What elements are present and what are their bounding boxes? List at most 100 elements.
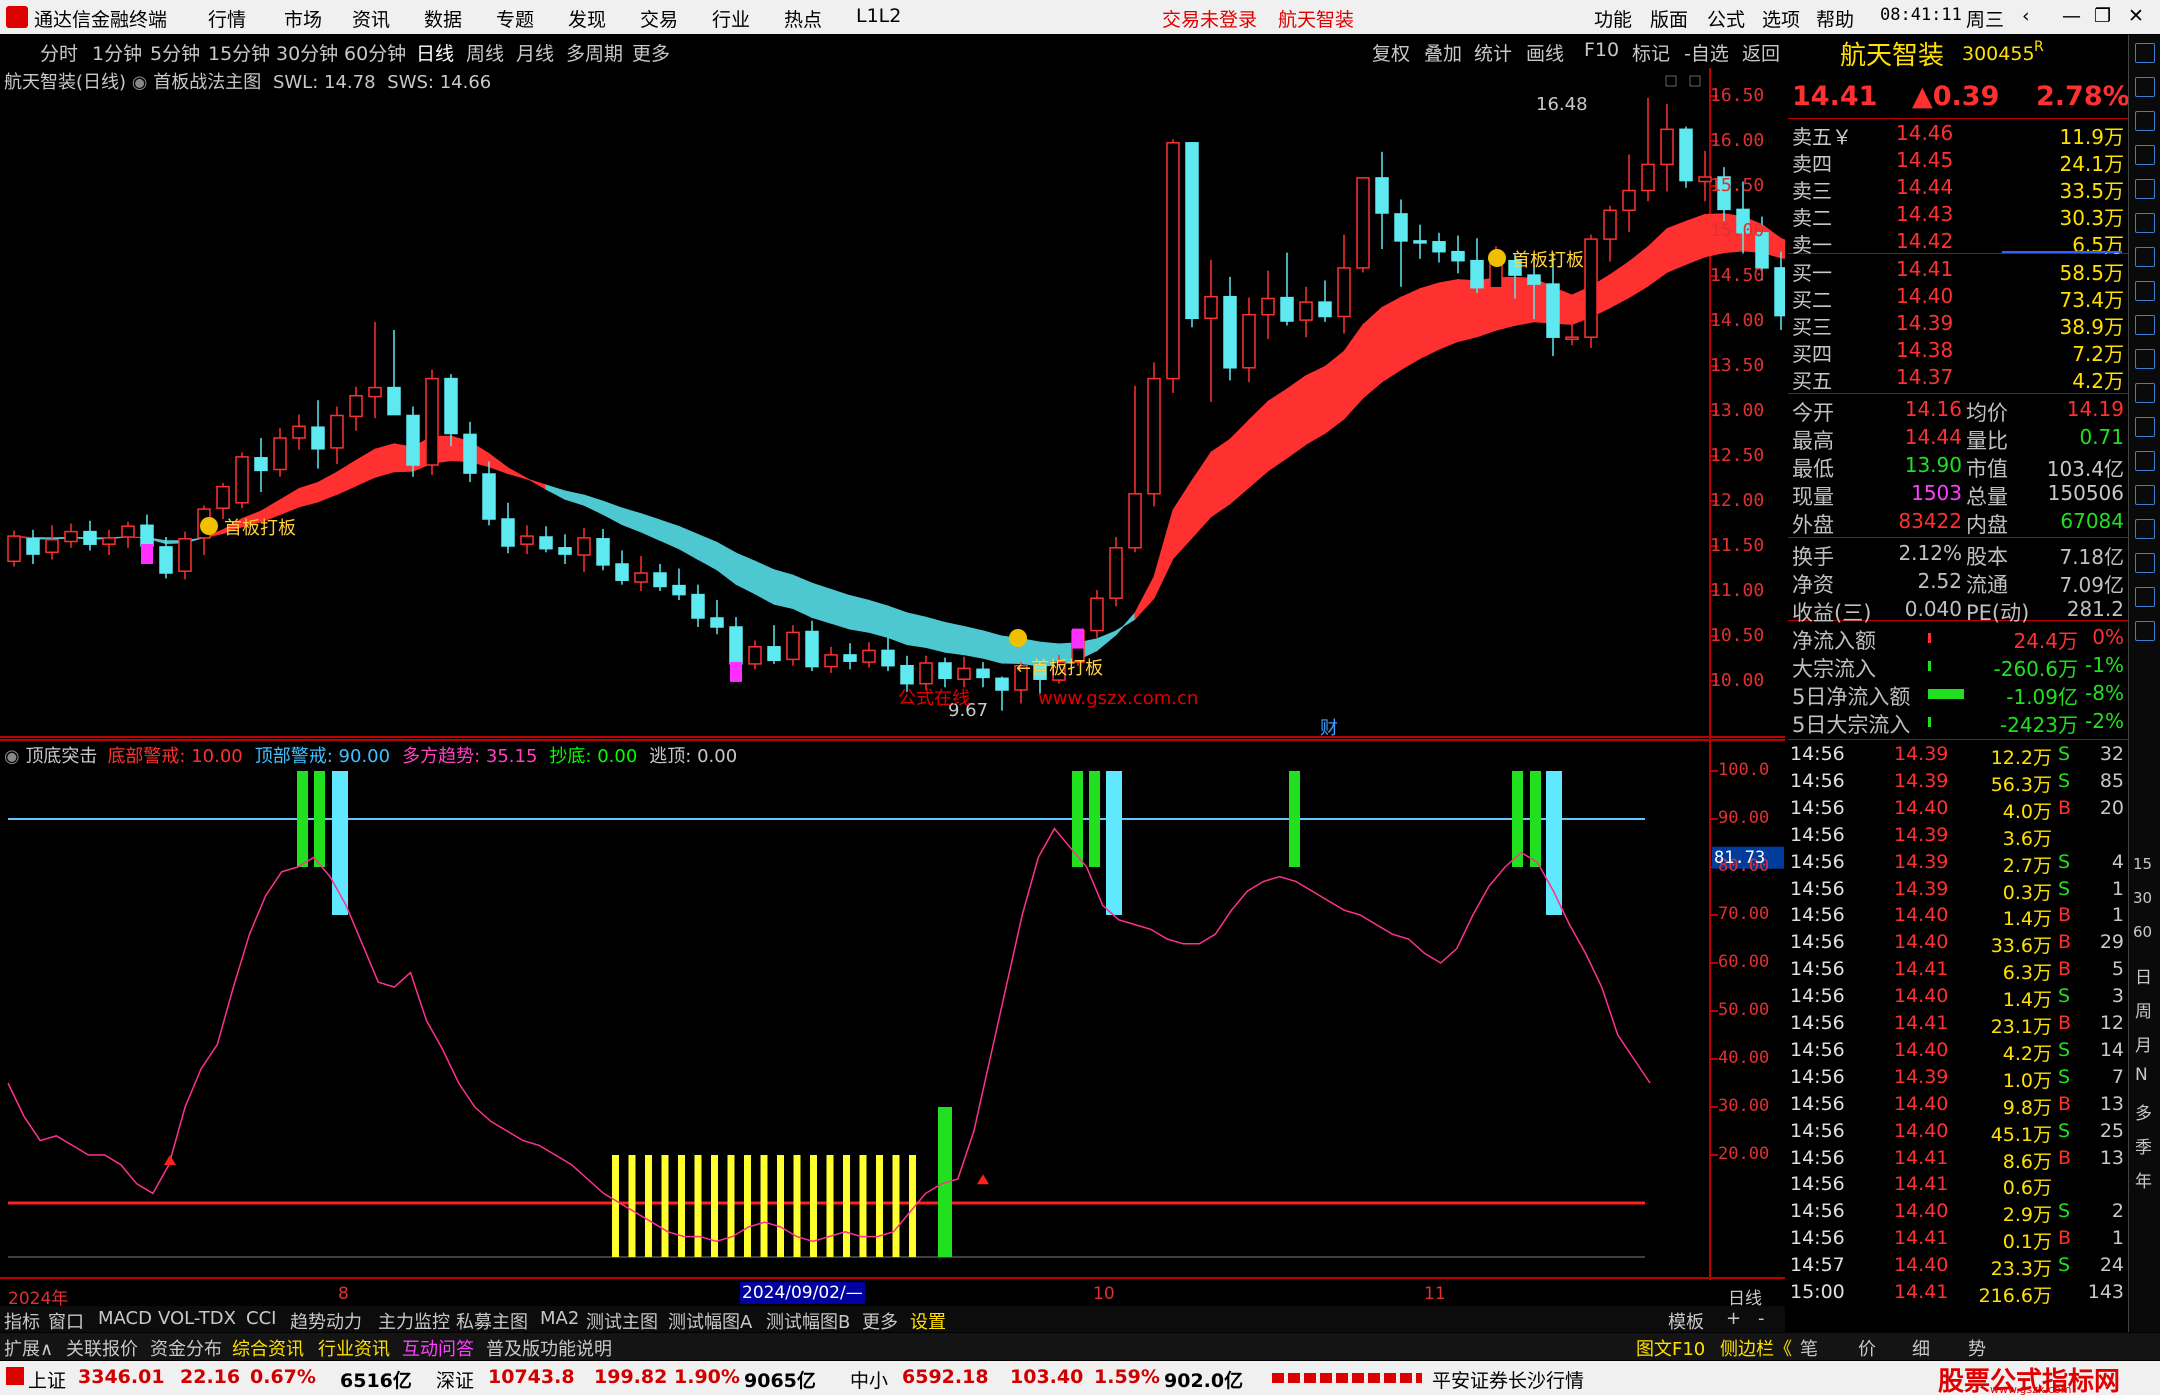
tab-3[interactable]: VOL-TDX bbox=[158, 1308, 236, 1329]
tab-11[interactable]: 测试幅图B bbox=[766, 1308, 850, 1334]
right-menu-1[interactable]: 版面 bbox=[1650, 5, 1688, 32]
menu-0[interactable]: 行情 bbox=[208, 5, 246, 32]
right-menu-2[interactable]: 公式 bbox=[1707, 5, 1745, 32]
tab-right-0[interactable]: 模板 bbox=[1668, 1308, 1704, 1334]
tab-7[interactable]: 私募主图 bbox=[456, 1308, 528, 1334]
menu-9[interactable]: L1L2 bbox=[856, 5, 901, 27]
minimize-icon[interactable]: — bbox=[2062, 5, 2081, 27]
side-tool-icon[interactable] bbox=[2135, 281, 2155, 301]
side-tool-icon[interactable] bbox=[2135, 349, 2155, 369]
bottom-tab-1[interactable]: 关联报价 bbox=[66, 1335, 138, 1361]
side-tool-icon[interactable] bbox=[2135, 553, 2155, 573]
index-name-0[interactable]: 上证 bbox=[28, 1366, 66, 1393]
side-tool-icon[interactable] bbox=[2135, 43, 2155, 63]
period-tab-9[interactable]: 多周期 bbox=[566, 39, 623, 66]
tab-2[interactable]: MACD bbox=[98, 1308, 152, 1329]
side-tool-icon[interactable] bbox=[2135, 383, 2155, 403]
tool-3[interactable]: 画线 bbox=[1526, 39, 1564, 66]
menu-2[interactable]: 资讯 bbox=[352, 5, 390, 32]
tab-6[interactable]: 主力监控 bbox=[378, 1308, 450, 1334]
tool-1[interactable]: 叠加 bbox=[1424, 39, 1462, 66]
close-icon[interactable]: ✕ bbox=[2128, 5, 2144, 27]
tab-4[interactable]: CCI bbox=[246, 1308, 276, 1329]
menu-5[interactable]: 发现 bbox=[568, 5, 606, 32]
bottom-right-4[interactable]: 细 bbox=[1912, 1335, 1930, 1361]
side-tool-icon[interactable] bbox=[2135, 111, 2155, 131]
menu-8[interactable]: 热点 bbox=[784, 5, 822, 32]
tool-2[interactable]: 统计 bbox=[1474, 39, 1512, 66]
period-tab-2[interactable]: 5分钟 bbox=[150, 39, 200, 66]
tab-12[interactable]: 更多 bbox=[862, 1308, 898, 1334]
right-menu-3[interactable]: 选项 bbox=[1762, 5, 1800, 32]
period-tab-1[interactable]: 1分钟 bbox=[92, 39, 142, 66]
tab-5[interactable]: 趋势动力 bbox=[290, 1308, 362, 1334]
side-period-4[interactable]: 多 bbox=[2135, 1099, 2152, 1124]
side-num-2[interactable]: 60 bbox=[2133, 923, 2152, 941]
side-tool-icon[interactable] bbox=[2135, 519, 2155, 539]
side-period-5[interactable]: 季 bbox=[2135, 1133, 2152, 1158]
period-tab-10[interactable]: 更多 bbox=[632, 39, 670, 66]
menu-7[interactable]: 行业 bbox=[712, 5, 750, 32]
back-icon[interactable]: ‹ bbox=[2022, 5, 2030, 27]
side-tool-icon[interactable] bbox=[2135, 621, 2155, 641]
bottom-right-0[interactable]: 图文F10 bbox=[1636, 1335, 1705, 1361]
tool-0[interactable]: 复权 bbox=[1372, 39, 1410, 66]
side-period-6[interactable]: 年 bbox=[2135, 1167, 2152, 1192]
tab-right-1[interactable]: + bbox=[1726, 1308, 1741, 1329]
side-num-0[interactable]: 15 bbox=[2133, 855, 2152, 873]
bottom-right-3[interactable]: 价 bbox=[1858, 1335, 1876, 1361]
side-tool-icon[interactable] bbox=[2135, 179, 2155, 199]
side-tool-icon[interactable] bbox=[2135, 417, 2155, 437]
bottom-tab-2[interactable]: 资金分布 bbox=[150, 1335, 222, 1361]
bottom-right-2[interactable]: 笔 bbox=[1800, 1335, 1818, 1361]
side-tool-icon[interactable] bbox=[2135, 451, 2155, 471]
period-tab-8[interactable]: 月线 bbox=[516, 39, 554, 66]
bottom-tab-5[interactable]: 互动问答 bbox=[402, 1335, 474, 1361]
bottom-tab-6[interactable]: 普及版功能说明 bbox=[486, 1335, 612, 1361]
bottom-tab-3[interactable]: 综合资讯 bbox=[232, 1335, 304, 1361]
side-tool-icon[interactable] bbox=[2135, 315, 2155, 335]
right-menu-0[interactable]: 功能 bbox=[1594, 5, 1632, 32]
tab-9[interactable]: 测试主图 bbox=[586, 1308, 658, 1334]
tool-4[interactable]: F10 bbox=[1584, 39, 1619, 61]
tab-1[interactable]: 窗口 bbox=[48, 1308, 84, 1334]
indicator-chart[interactable] bbox=[0, 738, 1785, 1280]
trade-status[interactable]: 交易未登录 bbox=[1162, 5, 1257, 32]
tool-5[interactable]: 标记 bbox=[1632, 39, 1670, 66]
tab-0[interactable]: 指标 bbox=[4, 1308, 40, 1334]
period-tab-6[interactable]: 日线 bbox=[416, 39, 454, 66]
tab-8[interactable]: MA2 bbox=[540, 1308, 579, 1329]
index-name-1[interactable]: 深证 bbox=[436, 1366, 474, 1393]
side-tool-icon[interactable] bbox=[2135, 145, 2155, 165]
period-tab-4[interactable]: 30分钟 bbox=[276, 39, 338, 66]
side-period-3[interactable]: N bbox=[2135, 1065, 2148, 1085]
period-tab-7[interactable]: 周线 bbox=[466, 39, 504, 66]
side-period-0[interactable]: 日 bbox=[2135, 963, 2152, 988]
side-tool-icon[interactable] bbox=[2135, 77, 2155, 97]
side-tool-icon[interactable] bbox=[2135, 587, 2155, 607]
side-period-1[interactable]: 周 bbox=[2135, 997, 2152, 1022]
bottom-tab-0[interactable]: 扩展∧ bbox=[4, 1335, 53, 1361]
period-tab-3[interactable]: 15分钟 bbox=[208, 39, 270, 66]
tab-10[interactable]: 测试幅图A bbox=[668, 1308, 752, 1334]
tool-6[interactable]: -自选 bbox=[1684, 39, 1729, 66]
restore-icon[interactable]: ❐ bbox=[2094, 5, 2111, 27]
side-tool-icon[interactable] bbox=[2135, 485, 2155, 505]
bottom-right-5[interactable]: 势 bbox=[1968, 1335, 1986, 1361]
bottom-right-1[interactable]: 侧边栏《 bbox=[1720, 1335, 1792, 1361]
tool-7[interactable]: 返回 bbox=[1742, 39, 1780, 66]
period-tab-0[interactable]: 分时 bbox=[40, 39, 78, 66]
right-menu-4[interactable]: 帮助 bbox=[1816, 5, 1854, 32]
side-tool-icon[interactable] bbox=[2135, 213, 2155, 233]
menu-4[interactable]: 专题 bbox=[496, 5, 534, 32]
menu-6[interactable]: 交易 bbox=[640, 5, 678, 32]
tab-right-2[interactable]: - bbox=[1758, 1308, 1765, 1329]
menu-3[interactable]: 数据 bbox=[424, 5, 462, 32]
tab-13[interactable]: 设置 bbox=[910, 1308, 946, 1334]
index-name-2[interactable]: 中小 bbox=[850, 1366, 888, 1393]
side-period-2[interactable]: 月 bbox=[2135, 1031, 2152, 1056]
menu-1[interactable]: 市场 bbox=[284, 5, 322, 32]
price-chart[interactable]: 首板打板←首板打板首板打板16.489.67公式在线 www.gszx.com.c… bbox=[0, 68, 1785, 738]
bottom-tab-4[interactable]: 行业资讯 bbox=[318, 1335, 390, 1361]
side-num-1[interactable]: 30 bbox=[2133, 889, 2152, 907]
